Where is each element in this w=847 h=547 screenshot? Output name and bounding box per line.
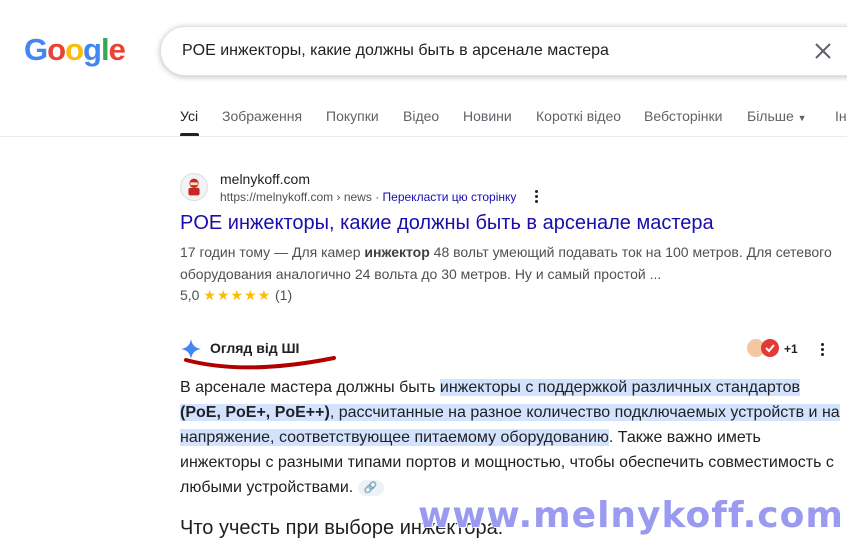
result-title-link[interactable]: POE инжекторы, какие должны быть в арсен…	[180, 212, 714, 235]
logo-letter: o	[47, 32, 66, 67]
logo-letter: e	[108, 32, 126, 67]
result-url-text: https://melnykoff.com › news	[220, 190, 372, 204]
tab-shopping[interactable]: Покупки	[326, 108, 379, 124]
tab-short-videos[interactable]: Короткі відео	[536, 108, 621, 124]
more-sources-count[interactable]: +1	[784, 342, 798, 356]
logo-letter: g	[83, 32, 102, 67]
header-divider	[0, 136, 847, 137]
logo-letter: l	[100, 32, 110, 67]
tab-news[interactable]: Новини	[463, 108, 512, 124]
ai-highlight-text: инжекторы с поддержкой различных стандар…	[439, 379, 800, 396]
result-site-name[interactable]: melnykoff.com	[220, 171, 310, 187]
link-icon[interactable]: 🔗	[357, 479, 384, 496]
tab-all[interactable]: Усі	[180, 108, 198, 124]
search-input[interactable]: POE инжекторы, какие должны быть в арсен…	[182, 42, 609, 60]
tab-web[interactable]: Вебсторінки	[644, 108, 722, 124]
result-rating: 5,0 ★★★★★ (1)	[180, 287, 292, 304]
translate-link[interactable]: Перекласти цю сторінку	[383, 190, 517, 204]
close-icon[interactable]	[813, 41, 833, 61]
tab-images[interactable]: Зображення	[222, 108, 302, 124]
chevron-down-icon: ▼	[797, 113, 807, 123]
site-favicon-icon	[180, 173, 208, 201]
rating-stars: ★★★★★	[203, 287, 272, 303]
ai-overview-text: В арсенале мастера должны быть инжекторы…	[180, 375, 840, 500]
rating-count: (1)	[275, 287, 293, 303]
snippet-time: 17 годин тому	[180, 244, 271, 260]
logo-letter: o	[65, 32, 84, 67]
search-box[interactable]: POE инжекторы, какие должны быть в арсен…	[160, 26, 847, 76]
snippet-text: Для камер	[291, 244, 365, 260]
snippet-bold: инжектор	[364, 244, 430, 260]
snippet-separator: —	[270, 244, 292, 260]
result-menu-icon[interactable]	[535, 190, 539, 205]
rating-score: 5,0	[180, 287, 200, 303]
logo-letter: G	[24, 32, 48, 67]
tab-more[interactable]: Більше ▼	[747, 108, 807, 124]
tab-videos[interactable]: Відео	[403, 108, 439, 124]
tab-more-label: Більше	[747, 108, 794, 124]
tab-tools[interactable]: Ін	[835, 108, 847, 124]
result-url[interactable]: https://melnykoff.com › news · Перекласт…	[220, 190, 516, 204]
handdrawn-underline	[184, 356, 336, 370]
ai-subheading: Что учесть при выборе инжектора:	[180, 517, 504, 539]
source-avatars-icon[interactable]	[746, 338, 782, 358]
ai-text: В арсенале мастера должны быть	[180, 379, 440, 396]
ai-highlight-bold: (PoE, PoE+, PoE++)	[180, 404, 330, 421]
ai-menu-icon[interactable]	[821, 343, 825, 358]
google-logo[interactable]: Google	[24, 32, 126, 68]
result-snippet: 17 годин тому — Для камер инжектор 48 во…	[180, 241, 840, 285]
